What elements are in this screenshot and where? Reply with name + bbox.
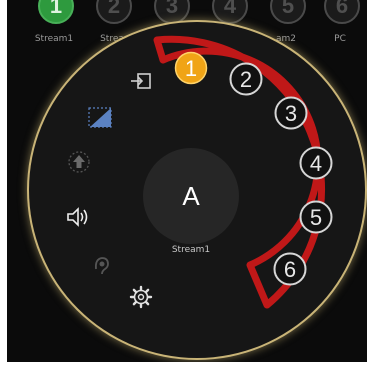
upload-icon[interactable] bbox=[66, 149, 92, 175]
selector-4[interactable]: 4 bbox=[299, 146, 333, 180]
selector-5[interactable]: 5 bbox=[299, 200, 333, 234]
mixer-screen: 1 Stream1 2 Strea 3 4 5 am2 6 PC 1 2 3 4… bbox=[7, 0, 367, 362]
current-source-label: Stream1 bbox=[171, 245, 211, 255]
listen-icon[interactable] bbox=[87, 251, 113, 277]
current-source-letter: A bbox=[182, 181, 200, 211]
current-source-display[interactable]: A bbox=[143, 148, 239, 244]
settings-gear-icon[interactable] bbox=[128, 284, 154, 310]
selector-6-number: 6 bbox=[284, 257, 296, 282]
selector-2[interactable]: 2 bbox=[229, 62, 263, 96]
selector-2-number: 2 bbox=[240, 67, 252, 92]
input-switch-icon[interactable] bbox=[128, 68, 154, 94]
speaker-icon[interactable] bbox=[65, 204, 91, 230]
selector-3-number: 3 bbox=[285, 101, 297, 126]
selector-1-number: 1 bbox=[185, 56, 197, 81]
selector-5-number: 5 bbox=[310, 205, 322, 230]
selector-6[interactable]: 6 bbox=[273, 252, 307, 286]
selector-4-number: 4 bbox=[310, 151, 322, 176]
aspect-ratio-icon[interactable] bbox=[87, 105, 113, 131]
selector-3[interactable]: 3 bbox=[274, 96, 308, 130]
selector-1[interactable]: 1 bbox=[174, 51, 208, 85]
